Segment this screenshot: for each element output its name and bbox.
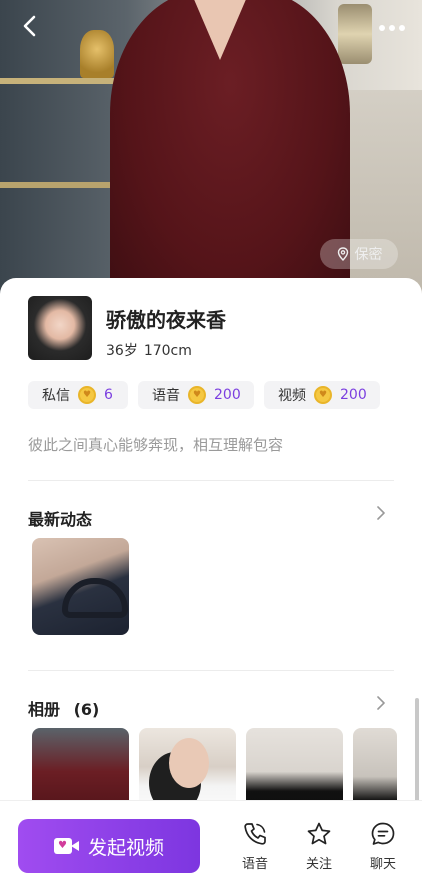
deer-statue bbox=[80, 30, 114, 78]
coin-icon: ♥ bbox=[78, 386, 96, 404]
divider bbox=[28, 670, 394, 671]
album-count: (6) bbox=[73, 700, 100, 719]
price-value: 200 bbox=[340, 387, 367, 403]
location-pin-icon bbox=[337, 247, 348, 261]
back-button[interactable] bbox=[16, 14, 44, 42]
coin-icon: ♥ bbox=[314, 386, 332, 404]
start-video-label: 发起视频 bbox=[87, 836, 164, 859]
location-label: 保密 bbox=[354, 247, 383, 263]
price-value: 6 bbox=[104, 387, 113, 403]
phone-icon bbox=[244, 823, 266, 845]
album-title: 相册 (6) bbox=[28, 696, 99, 720]
bottom-action-bar: ♥ 发起视频 语音 关注 聊天 bbox=[0, 800, 422, 882]
chat-button[interactable]: 聊天 bbox=[363, 821, 403, 872]
chat-bubble-icon bbox=[371, 822, 395, 845]
price-row: 私信 ♥ 6 语音 ♥ 200 视频 ♥ 200 bbox=[28, 381, 380, 409]
chevron-left-icon bbox=[23, 15, 36, 37]
avatar[interactable] bbox=[28, 296, 92, 360]
profile-bio: 彼此之间真心能够奔现，相互理解包容 bbox=[28, 436, 284, 454]
chat-label: 聊天 bbox=[369, 857, 396, 872]
start-video-button[interactable]: ♥ 发起视频 bbox=[18, 819, 200, 873]
divider bbox=[28, 480, 394, 481]
follow-label: 关注 bbox=[305, 857, 332, 872]
profile-card: 骄傲的夜来香 36岁 170cm 私信 ♥ 6 语音 ♥ 200 视频 ♥ 200… bbox=[0, 278, 422, 882]
more-button[interactable] bbox=[376, 14, 408, 42]
location-chip: 保密 bbox=[320, 239, 398, 269]
price-chip-voice: 语音 ♥ 200 bbox=[138, 381, 254, 409]
moments-more-button[interactable] bbox=[376, 504, 386, 527]
price-chip-video: 视频 ♥ 200 bbox=[264, 381, 380, 409]
price-label: 私信 bbox=[42, 388, 70, 404]
person-figure bbox=[110, 0, 350, 300]
profile-height: 170cm bbox=[143, 343, 192, 359]
price-label: 语音 bbox=[152, 388, 180, 404]
chevron-right-icon bbox=[377, 696, 385, 710]
hourglass-decor bbox=[338, 4, 372, 64]
more-dots-icon bbox=[379, 25, 405, 31]
moment-thumbnail[interactable] bbox=[32, 538, 129, 635]
steering-wheel bbox=[62, 578, 128, 618]
chevron-right-icon bbox=[377, 506, 385, 520]
profile-age: 36岁 bbox=[106, 343, 138, 359]
price-value: 200 bbox=[214, 387, 241, 403]
album-more-button[interactable] bbox=[376, 694, 386, 717]
profile-meta: 36岁 170cm bbox=[106, 340, 192, 360]
voice-call-label: 语音 bbox=[241, 857, 268, 872]
voice-call-button[interactable]: 语音 bbox=[235, 821, 275, 872]
follow-button[interactable]: 关注 bbox=[299, 821, 339, 872]
profile-name: 骄傲的夜来香 bbox=[106, 308, 226, 332]
album-title-text: 相册 bbox=[28, 700, 61, 719]
coin-icon: ♥ bbox=[188, 386, 206, 404]
price-label: 视频 bbox=[278, 388, 306, 404]
price-chip-message: 私信 ♥ 6 bbox=[28, 381, 128, 409]
moments-title: 最新动态 bbox=[28, 510, 93, 529]
star-icon bbox=[307, 822, 331, 845]
video-camera-icon: ♥ bbox=[53, 836, 80, 856]
